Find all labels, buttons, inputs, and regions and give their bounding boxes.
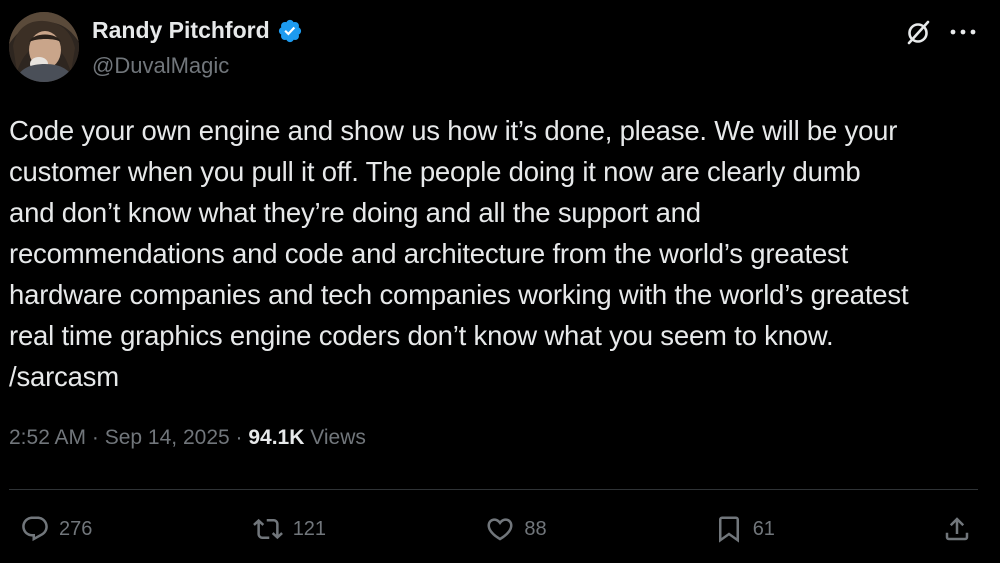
heart-icon bbox=[487, 518, 513, 541]
share-icon bbox=[945, 517, 969, 541]
repost-icon bbox=[252, 518, 283, 540]
reply-icon bbox=[22, 516, 48, 542]
verified-badge-icon[interactable] bbox=[277, 18, 303, 44]
tweet-meta: 2:52 AM · Sep 14, 2025 · 94.1K Views bbox=[9, 426, 366, 450]
tweet-text-line: and don’t know what they’re doing and al… bbox=[9, 197, 701, 228]
bookmark-icon bbox=[718, 516, 739, 543]
views-label: Views bbox=[304, 426, 366, 449]
more-dots-icon[interactable] bbox=[950, 27, 976, 37]
views-count: 94.1K bbox=[248, 426, 305, 449]
like-button[interactable]: 88 bbox=[485, 514, 554, 544]
tweet-date[interactable]: Sep 14, 2025 bbox=[105, 426, 230, 449]
tweet-text-line: recommendations and code and architectur… bbox=[9, 238, 849, 269]
tweet-text: Code your own engine and show us how it’… bbox=[9, 110, 984, 397]
author-handle[interactable]: @DuvalMagic bbox=[92, 53, 229, 79]
like-count: 88 bbox=[524, 517, 547, 540]
reply-button[interactable]: 276 bbox=[20, 514, 92, 544]
grok-slash-circle-icon[interactable] bbox=[904, 18, 932, 46]
share-button[interactable] bbox=[942, 514, 972, 544]
meta-separator: · bbox=[86, 426, 105, 449]
meta-separator: · bbox=[229, 426, 249, 449]
avatar[interactable] bbox=[9, 12, 79, 82]
action-bar: 276 121 88 61 bbox=[20, 511, 972, 547]
tweet-text-line: customer when you pull it off. The peopl… bbox=[9, 156, 861, 187]
tweet-time[interactable]: 2:52 AM bbox=[9, 426, 86, 449]
tweet-text-line: /sarcasm bbox=[9, 361, 119, 392]
tweet-text-line: hardware companies and tech companies wo… bbox=[9, 279, 909, 310]
repost-count: 121 bbox=[292, 517, 327, 540]
reply-count: 276 bbox=[59, 517, 93, 540]
avatar-photo bbox=[9, 12, 79, 82]
divider bbox=[9, 489, 978, 490]
top-actions bbox=[904, 18, 976, 46]
bookmark-count: 61 bbox=[752, 517, 775, 540]
author-display-name[interactable]: Randy Pitchford bbox=[92, 17, 270, 44]
repost-button[interactable]: 121 bbox=[252, 514, 326, 544]
tweet-text-line: real time graphics engine coders don’t k… bbox=[9, 320, 834, 351]
author-name-row: Randy Pitchford bbox=[92, 17, 303, 44]
bookmark-button[interactable]: 61 bbox=[714, 514, 783, 544]
tweet-text-line: Code your own engine and show us how it’… bbox=[9, 115, 898, 146]
